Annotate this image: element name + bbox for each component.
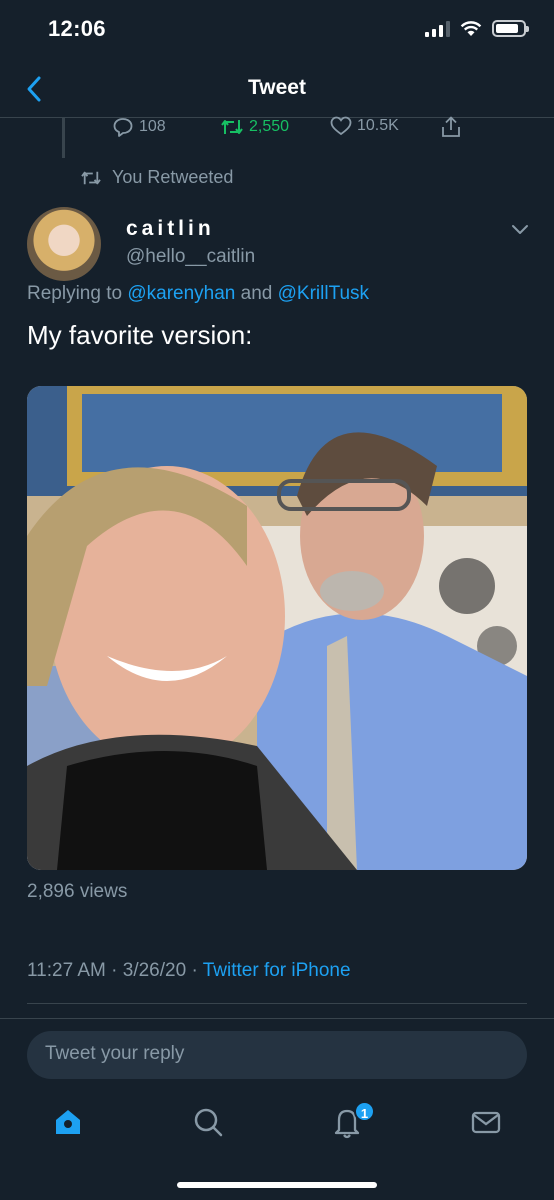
mention-link[interactable]: @KrillTusk <box>278 283 369 304</box>
mention-link[interactable]: @karenyhan <box>127 283 235 304</box>
meta-separator: · <box>111 960 118 981</box>
and-text: and <box>240 283 273 304</box>
share-action[interactable] <box>440 116 462 138</box>
tweet-text: My favorite version: <box>27 320 253 350</box>
avatar[interactable] <box>27 207 101 281</box>
page-title: Tweet <box>248 76 306 99</box>
share-icon <box>442 116 460 137</box>
user-handle[interactable]: @hello__caitlin <box>126 246 255 268</box>
replying-prefix: Replying to <box>27 283 123 304</box>
search-icon[interactable] <box>188 1102 228 1142</box>
tweet-meta: 11:27 AM · 3/26/20 · Twitter for iPhone <box>27 960 351 982</box>
messages-icon[interactable] <box>466 1102 506 1142</box>
retweet-context-text: You Retweeted <box>112 167 234 187</box>
tweet-video[interactable] <box>27 386 527 870</box>
prev-tweet-actions: 108 2,550 10.5K <box>0 116 554 140</box>
wifi-icon <box>460 20 482 36</box>
cellular-signal-icon <box>425 20 450 37</box>
meta-separator: · <box>191 960 198 981</box>
status-time: 12:06 <box>48 16 106 41</box>
view-count: 2,896 views <box>27 881 128 902</box>
replying-to: Replying to @karenyhan and @KrillTusk <box>27 283 369 305</box>
retweet-icon <box>81 171 101 184</box>
notifications-badge: 1 <box>354 1101 375 1122</box>
like-icon <box>330 116 352 136</box>
divider <box>27 1003 527 1004</box>
like-action[interactable]: 10.5K <box>330 116 399 136</box>
status-bar: 12:06 <box>0 0 554 62</box>
retweet-context: You Retweeted <box>80 167 233 188</box>
home-indicator[interactable] <box>177 1182 377 1188</box>
tweet-date: 3/26/20 <box>122 960 187 981</box>
tweet-time: 11:27 AM <box>27 960 106 981</box>
retweet-icon <box>221 120 243 134</box>
reply-input[interactable]: Tweet your reply <box>27 1031 527 1079</box>
tweet-source[interactable]: Twitter for iPhone <box>203 960 351 981</box>
like-count: 10.5K <box>357 117 399 134</box>
video-thumbnail <box>27 386 527 870</box>
chevron-down-icon[interactable] <box>510 222 530 236</box>
reply-count: 108 <box>139 118 166 135</box>
display-name[interactable]: caitlin <box>126 217 215 241</box>
retweet-count: 2,550 <box>249 118 290 135</box>
reply-icon <box>113 118 133 137</box>
reply-action[interactable]: 108 <box>112 116 166 138</box>
status-icons <box>425 20 529 37</box>
home-icon[interactable] <box>48 1102 88 1142</box>
nav-bar: Tweet <box>0 62 554 118</box>
tab-bar <box>0 1092 554 1152</box>
battery-icon <box>492 20 529 37</box>
retweet-action[interactable]: 2,550 <box>220 116 289 138</box>
divider <box>0 1018 554 1019</box>
